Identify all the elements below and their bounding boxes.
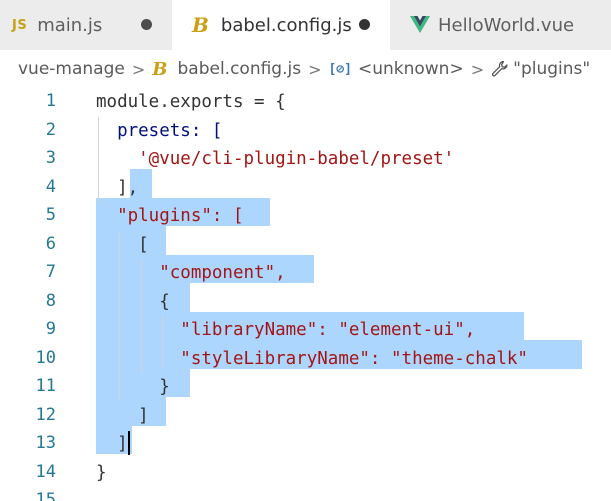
code-text: presets: [ [96, 120, 223, 141]
code-line: 5 "plugins": [ [0, 202, 611, 231]
wrench-icon [492, 60, 508, 77]
code-line: 14 } [0, 459, 611, 488]
tab-babel-config[interactable]: B babel.config.js [172, 0, 390, 50]
code-text: "component", [96, 263, 286, 283]
tab-main-js[interactable]: JS main.js [0, 0, 172, 50]
code-line: 13 ] [0, 430, 611, 459]
code-text: module.exports = { [96, 92, 286, 112]
unsaved-dot-icon[interactable] [141, 19, 152, 30]
breadcrumb-file[interactable]: B babel.config.js [152, 59, 301, 80]
code-text: ] [96, 434, 128, 454]
chevron-right-icon: > [131, 59, 146, 79]
breadcrumb-symbol-unknown[interactable]: [⊘] <unknown> [328, 59, 463, 79]
code-line: 8 { [0, 288, 611, 317]
code-text: "libraryName": "element-ui", [96, 320, 476, 340]
code-line: 1 module.exports = { [0, 88, 611, 117]
code-line: 12 ] [0, 402, 611, 431]
babel-file-icon: B [152, 58, 168, 80]
vue-file-icon [410, 16, 430, 33]
tab-label: main.js [37, 14, 103, 36]
chevron-right-icon: > [308, 59, 322, 79]
line-number: 4 [45, 176, 56, 197]
code-text: "plugins": [ [96, 206, 244, 226]
code-text: } [96, 462, 107, 483]
unsaved-dot-icon[interactable] [359, 19, 370, 30]
babel-file-icon: B [192, 13, 209, 37]
breadcrumb-label: babel.config.js [177, 59, 302, 79]
line-number: 14 [35, 461, 56, 482]
code-text: '@vue/cli-plugin-babel/preset' [96, 149, 455, 169]
js-file-icon: JS [12, 17, 28, 33]
line-number: 8 [45, 290, 56, 311]
line-number: 5 [45, 205, 56, 225]
tab-label: HelloWorld.vue [438, 14, 575, 36]
tab-label: babel.config.js [220, 14, 352, 36]
line-number: 1 [45, 91, 56, 111]
line-number: 2 [45, 119, 56, 140]
code-line: 9 "libraryName": "element-ui", [0, 316, 611, 345]
line-number: 6 [45, 233, 56, 254]
line-number: 13 [35, 433, 56, 453]
code-text: } [96, 377, 170, 397]
object-icon: [⊘] [328, 61, 352, 77]
code-line: 3 '@vue/cli-plugin-babel/preset' [0, 145, 611, 174]
breadcrumb-label: <unknown> [357, 59, 464, 79]
breadcrumb: vue-manage > B babel.config.js > [⊘] <un… [0, 50, 611, 88]
code-line: 2 presets: [ [0, 117, 611, 146]
code-editor[interactable]: 1 module.exports = { 2 presets: [ 3 '@vu… [0, 88, 611, 501]
code-text: { [96, 291, 170, 312]
line-number: 9 [45, 319, 56, 339]
code-text: ] [96, 405, 149, 426]
code-text: "styleLibraryName": "theme-chalk" [96, 348, 528, 369]
breadcrumb-folder[interactable]: vue-manage [18, 59, 125, 79]
tab-helloworld-vue[interactable]: HelloWorld.vue [390, 0, 611, 50]
text-cursor [128, 431, 130, 455]
code-line: 7 "component", [0, 259, 611, 288]
line-number: 3 [45, 148, 56, 168]
breadcrumb-symbol-plugins[interactable]: "plugins" [491, 59, 590, 79]
breadcrumb-label: vue-manage [18, 59, 125, 79]
tab-bar: JS main.js B babel.config.js HelloWorld.… [0, 0, 611, 50]
code-line: 11 } [0, 373, 611, 402]
editor-window: JS main.js B babel.config.js HelloWorld.… [0, 0, 611, 501]
line-number: 11 [35, 376, 56, 396]
code-line: 4 ], [0, 174, 611, 203]
breadcrumb-label: "plugins" [513, 59, 591, 79]
code-text: ], [96, 177, 139, 198]
line-number: 7 [45, 262, 56, 282]
line-number: 10 [35, 347, 56, 368]
chevron-right-icon: > [470, 59, 485, 79]
line-number: 12 [35, 404, 56, 425]
code-line: 15 [0, 487, 611, 501]
code-text: [ [96, 234, 149, 255]
code-line: 6 [ [0, 231, 611, 260]
code-line: 10 "styleLibraryName": "theme-chalk" [0, 345, 611, 374]
line-number: 15 [35, 490, 56, 501]
